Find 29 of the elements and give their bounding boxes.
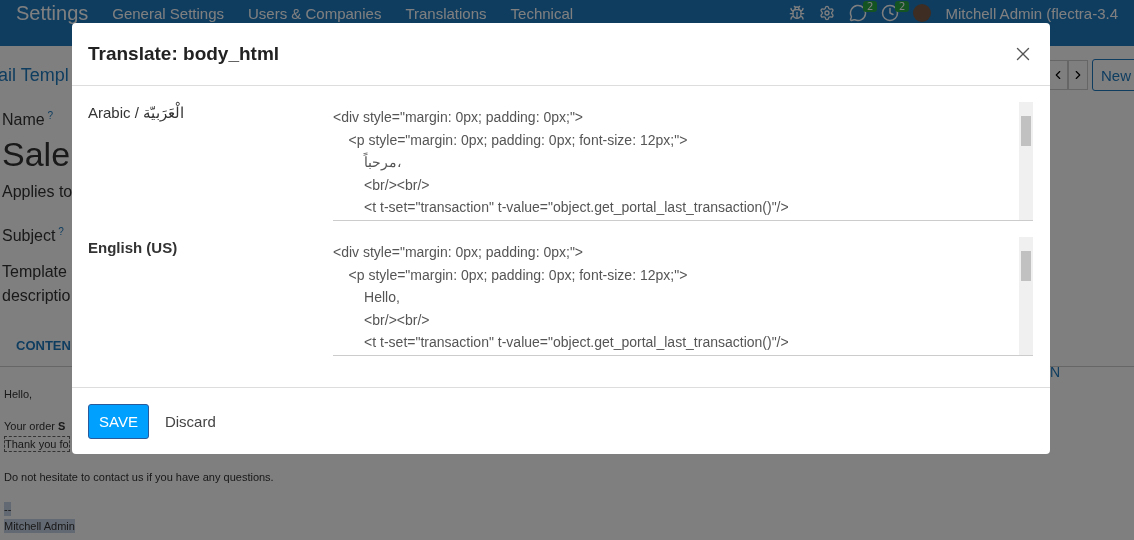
- save-button[interactable]: SAVE: [88, 403, 149, 439]
- count-badge: 2: [895, 1, 910, 12]
- field-label: Applies to: [2, 182, 73, 202]
- language-label: Arabic / الْعَرَبيّة: [88, 102, 333, 221]
- count-badge: 2: [863, 1, 878, 12]
- field-label: Name $^{?}$: [2, 109, 54, 128]
- email-text: Hello,: [4, 387, 33, 401]
- language-label: English (US): [88, 238, 179, 258]
- record-title: Sale: [2, 134, 71, 175]
- menu-item[interactable]: Users & Companies: [248, 2, 382, 22]
- dialog-title: Translate: body_html: [88, 43, 280, 65]
- field-label: Template: [2, 262, 67, 282]
- email-text: Thank you fo: [4, 436, 70, 452]
- email-text: Your order S: [4, 419, 66, 433]
- menu-item[interactable]: Translations: [405, 2, 487, 22]
- email-text: Do not hesitate to contact us if you have any questions.: [4, 470, 274, 484]
- translation-field[interactable]: <div style="margin: 0px; padding: 0px;"> <p style="margin: 0px; padding: 0px; font-size: 12px;"> Hello, <br/><br/> <t t-set="transaction" t-value="object.get_portal_last_transaction()"/>: [333, 237, 1033, 356]
- menu-item[interactable]: General Settings: [112, 2, 224, 22]
- field-label: descriptio: [2, 286, 71, 306]
- language-link[interactable]: N: [1049, 364, 1060, 380]
- new-button[interactable]: New: [1092, 59, 1134, 91]
- email-text: --: [4, 502, 12, 516]
- user-name[interactable]: Mitchell Admin (flectra-3.4: [945, 4, 1118, 22]
- discard-button[interactable]: Discard: [164, 404, 216, 438]
- menu-item[interactable]: Technical: [510, 2, 574, 22]
- email-text: Mitchell Admin: [4, 519, 75, 533]
- content-tab[interactable]: CONTEN: [16, 338, 71, 354]
- field-label: Subject $^{?}$: [2, 225, 64, 244]
- app-title[interactable]: Settings: [16, 2, 89, 25]
